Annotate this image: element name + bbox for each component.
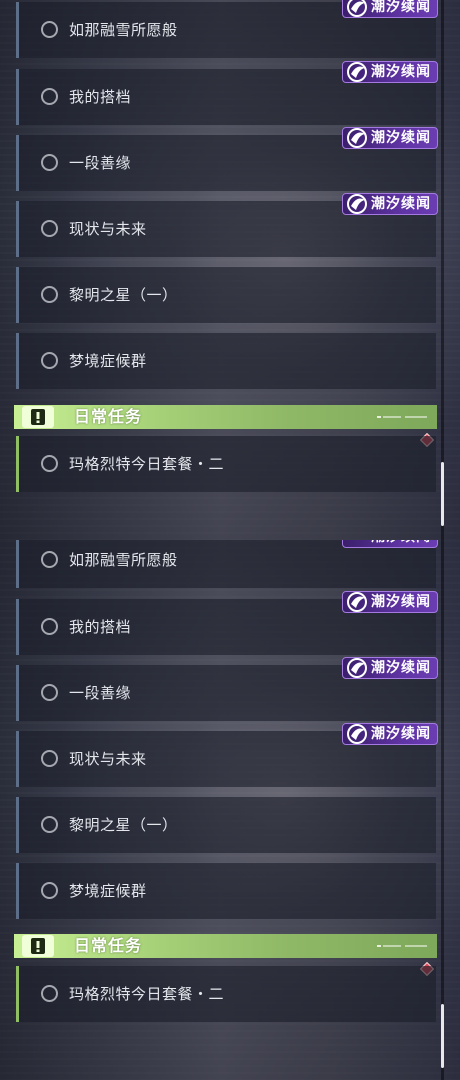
- quest-row-6[interactable]: 梦境症候群: [16, 333, 436, 389]
- wave-emblem-icon: [347, 128, 367, 148]
- tag-badge-1: 潮汐续闻: [342, 540, 438, 548]
- scrollbar-track[interactable]: [441, 540, 444, 1080]
- quest-name: 梦境症候群: [69, 352, 147, 370]
- status-circle-icon: [41, 985, 58, 1002]
- daily-quest-row[interactable]: 玛格烈特今日套餐・二: [16, 966, 436, 1022]
- tag-badge-4: 潮汐续闻: [342, 193, 438, 215]
- status-circle-icon: [41, 750, 58, 767]
- quest-name: 如那融雪所愿般: [69, 551, 178, 569]
- section-title: 日常任务: [74, 936, 143, 955]
- tag-label: 潮汐续闻: [371, 594, 431, 610]
- decorative-lines: [377, 416, 427, 418]
- quest-row-5[interactable]: 黎明之星（一）: [16, 797, 436, 853]
- quest-panel-bottom: 如那融雪所愿般 潮汐续闻 我的搭档 潮汐续闻 一段善缘 潮汐续闻: [0, 540, 460, 1080]
- tag-badge-3: 潮汐续闻: [342, 657, 438, 679]
- quest-name: 如那融雪所愿般: [69, 21, 178, 39]
- status-circle-icon: [41, 684, 58, 701]
- tag-label: 潮汐续闻: [371, 0, 431, 15]
- quest-list: 如那融雪所愿般 潮汐续闻 我的搭档 潮汐续闻 一段善缘 潮汐续闻 现状与未来 潮…: [0, 0, 460, 540]
- quest-name: 梦境症候群: [69, 882, 147, 900]
- tag-badge-3: 潮汐续闻: [342, 127, 438, 149]
- wave-emblem-icon: [347, 592, 367, 612]
- tag-badge-4: 潮汐续闻: [342, 723, 438, 745]
- status-circle-icon: [41, 286, 58, 303]
- tag-label: 潮汐续闻: [371, 726, 431, 742]
- quest-list: 如那融雪所愿般 潮汐续闻 我的搭档 潮汐续闻 一段善缘 潮汐续闻: [0, 540, 460, 1080]
- status-circle-icon: [41, 618, 58, 635]
- scrollbar-thumb[interactable]: [441, 462, 444, 526]
- quest-name: 现状与未来: [69, 750, 147, 768]
- tag-label: 潮汐续闻: [371, 196, 431, 212]
- scrollbar-thumb[interactable]: [441, 1004, 444, 1068]
- quest-name: 一段善缘: [69, 154, 132, 172]
- status-circle-icon: [41, 882, 58, 899]
- quest-panel-top: 如那融雪所愿般 潮汐续闻 我的搭档 潮汐续闻 一段善缘 潮汐续闻 现状与未来 潮…: [0, 0, 460, 540]
- quest-name: 黎明之星（一）: [69, 816, 178, 834]
- status-circle-icon: [41, 154, 58, 171]
- quest-name: 一段善缘: [69, 684, 132, 702]
- wave-emblem-icon: [347, 62, 367, 82]
- wave-emblem-icon: [347, 0, 367, 17]
- status-circle-icon: [41, 220, 58, 237]
- quest-name: 现状与未来: [69, 220, 147, 238]
- scrollbar-track[interactable]: [441, 0, 444, 540]
- tag-badge-1: 潮汐续闻: [342, 0, 438, 18]
- daily-quest-row[interactable]: 玛格烈特今日套餐・二: [16, 436, 436, 492]
- wave-emblem-icon: [347, 724, 367, 744]
- decorative-lines: [377, 945, 427, 947]
- quest-row-6[interactable]: 梦境症候群: [16, 863, 436, 919]
- section-title: 日常任务: [74, 407, 143, 426]
- exclamation-icon: [22, 935, 54, 957]
- wave-emblem-icon: [347, 658, 367, 678]
- quest-name: 玛格烈特今日套餐・二: [69, 455, 225, 473]
- tag-label: 潮汐续闻: [371, 130, 431, 146]
- wave-emblem-icon: [347, 194, 367, 214]
- status-circle-icon: [41, 816, 58, 833]
- status-circle-icon: [41, 88, 58, 105]
- tag-badge-2: 潮汐续闻: [342, 61, 438, 83]
- quest-name: 黎明之星（一）: [69, 286, 178, 304]
- quest-name: 我的搭档: [69, 618, 132, 636]
- status-circle-icon: [41, 352, 58, 369]
- status-circle-icon: [41, 551, 58, 568]
- tag-label: 潮汐续闻: [371, 540, 431, 547]
- quest-row-5[interactable]: 黎明之星（一）: [16, 267, 436, 323]
- tag-label: 潮汐续闻: [371, 64, 431, 80]
- daily-section-header[interactable]: 日常任务: [14, 934, 437, 958]
- status-circle-icon: [41, 455, 58, 472]
- quest-name: 我的搭档: [69, 88, 132, 106]
- exclamation-icon: [22, 406, 54, 428]
- quest-name: 玛格烈特今日套餐・二: [69, 985, 225, 1003]
- tag-badge-2: 潮汐续闻: [342, 591, 438, 613]
- status-circle-icon: [41, 21, 58, 38]
- tag-label: 潮汐续闻: [371, 660, 431, 676]
- daily-section-header[interactable]: 日常任务: [14, 405, 437, 429]
